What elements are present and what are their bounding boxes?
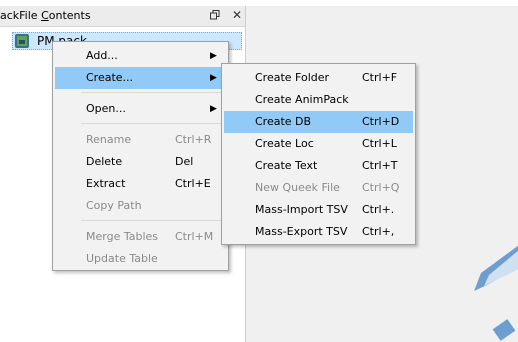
menu-item-new-queek-file: New Queek File Ctrl+Q <box>255 181 400 194</box>
menu-separator <box>81 92 224 93</box>
menu-item-add[interactable]: Add... ▶ <box>55 45 226 67</box>
menu-item-extract[interactable]: Extract Ctrl+E <box>55 173 226 195</box>
top-strip <box>245 0 518 6</box>
panel-title: ackFile Contents <box>0 9 91 22</box>
menu-separator <box>81 123 224 124</box>
create-submenu: Create Folder Ctrl+F Create AnimPack Cre… <box>221 63 416 245</box>
menu-item-open[interactable]: Open... ▶ <box>55 98 226 120</box>
background-logo-fragment <box>474 245 518 341</box>
menu-item-merge-tables: Merge Tables Ctrl+M <box>86 230 214 243</box>
menu-item-copy-path: Copy Path <box>86 199 142 212</box>
menu-item-create-folder[interactable]: Create Folder Ctrl+F <box>224 67 413 89</box>
pack-file-icon <box>15 34 29 48</box>
close-icon[interactable]: ✕ <box>230 8 244 22</box>
submenu-arrow-icon: ▶ <box>210 104 217 114</box>
menu-item-create-loc[interactable]: Create Loc Ctrl+L <box>224 133 413 155</box>
menu-item-update-table: Update Table <box>86 252 158 265</box>
menu-item-delete[interactable]: Delete Del <box>55 151 226 173</box>
menu-item-create-db[interactable]: Create DB Ctrl+D <box>224 111 413 133</box>
menu-separator <box>81 220 224 221</box>
context-menu: Add... ▶ Create... ▶ Open... ▶ Rename Ct… <box>52 41 229 271</box>
menu-item-create-animpack[interactable]: Create AnimPack <box>224 89 413 111</box>
restore-window-icon[interactable] <box>208 8 222 22</box>
menu-item-create[interactable]: Create... ▶ <box>55 67 226 89</box>
panel-header: ackFile Contents ✕ <box>0 6 245 27</box>
menu-item-mass-import-tsv[interactable]: Mass-Import TSV Ctrl+. <box>224 199 413 221</box>
submenu-arrow-icon: ▶ <box>210 73 217 83</box>
menu-item-create-text[interactable]: Create Text Ctrl+T <box>224 155 413 177</box>
submenu-arrow-icon: ▶ <box>210 51 217 61</box>
menu-item-rename: Rename Ctrl+R <box>86 133 212 146</box>
menu-item-mass-export-tsv[interactable]: Mass-Export TSV Ctrl+, <box>224 221 413 243</box>
